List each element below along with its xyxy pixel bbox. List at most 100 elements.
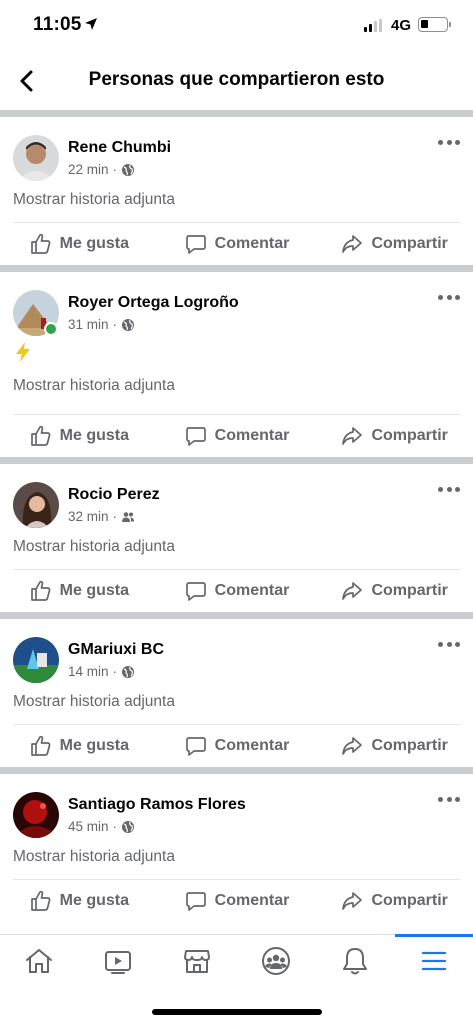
home-indicator[interactable]: [152, 1009, 322, 1015]
avatar[interactable]: [13, 482, 59, 528]
share-button[interactable]: Compartir: [315, 570, 473, 612]
status-time: 11:05: [33, 14, 82, 35]
share-button[interactable]: Compartir: [315, 223, 473, 265]
post-meta: 22 min ·: [68, 162, 135, 177]
post-meta: 31 min ·: [68, 317, 135, 332]
shared-post: Rene Chumbi 22 min · Mostrar historia adj…: [0, 117, 473, 265]
like-label: Me gusta: [59, 892, 129, 909]
share-button[interactable]: Compartir: [315, 415, 473, 457]
comment-button[interactable]: Comentar: [158, 880, 316, 922]
friends-icon: [122, 511, 135, 522]
more-options-icon[interactable]: [438, 484, 460, 494]
shared-post: Santiago Ramos Flores 45 min · Mostrar hi…: [0, 774, 473, 922]
more-options-icon[interactable]: [438, 639, 460, 649]
globe-icon: [122, 318, 135, 331]
post-author[interactable]: Rocio Perez: [68, 486, 160, 504]
menu-icon: [421, 951, 447, 971]
post-meta: 45 min ·: [68, 819, 135, 834]
tab-notifications[interactable]: [316, 935, 394, 987]
like-button[interactable]: Me gusta: [0, 223, 158, 265]
share-label: Compartir: [371, 427, 448, 444]
comment-button[interactable]: Comentar: [158, 223, 316, 265]
notifications-icon: [343, 948, 367, 975]
post-actions: Me gusta Comentar Compartir: [0, 415, 473, 457]
like-button[interactable]: Me gusta: [0, 415, 158, 457]
comment-icon: [185, 582, 206, 601]
globe-icon: [122, 163, 135, 176]
page-title: Personas que compartieron esto: [88, 69, 385, 90]
post-time: 14 min: [68, 664, 109, 679]
share-label: Compartir: [371, 582, 448, 599]
post-actions: Me gusta Comentar Compartir: [0, 725, 473, 767]
post-meta: 32 min ·: [68, 509, 135, 524]
comment-label: Comentar: [214, 737, 290, 754]
post-divider: [0, 612, 473, 619]
thumbs-up-icon: [30, 890, 51, 911]
post-author[interactable]: Royer Ortega Logroño: [68, 294, 239, 312]
comment-label: Comentar: [214, 235, 290, 252]
comment-icon: [185, 235, 206, 254]
lightning-bolt-icon: [16, 342, 30, 362]
post-divider: [0, 457, 473, 464]
more-options-icon[interactable]: [438, 794, 460, 804]
share-icon: [342, 582, 363, 600]
post-time: 32 min: [68, 509, 109, 524]
show-attached-story-link[interactable]: Mostrar historia adjunta: [13, 693, 175, 711]
like-button[interactable]: Me gusta: [0, 570, 158, 612]
post-time: 45 min: [68, 819, 109, 834]
network-type: 4G: [391, 17, 412, 34]
comment-button[interactable]: Comentar: [158, 725, 316, 767]
more-options-icon[interactable]: [438, 137, 460, 147]
thumbs-up-icon: [30, 233, 51, 254]
avatar[interactable]: [13, 135, 59, 181]
tab-home[interactable]: [0, 935, 78, 987]
more-options-icon[interactable]: [438, 292, 460, 302]
thumbs-up-icon: [30, 425, 51, 446]
tab-menu[interactable]: [395, 934, 473, 987]
signal-icon: [364, 19, 382, 32]
thumbs-up-icon: [30, 580, 51, 601]
groups-icon: [262, 947, 290, 975]
avatar[interactable]: [13, 637, 59, 683]
shared-post: GMariuxi BC 14 min · Mostrar historia adj…: [0, 619, 473, 767]
show-attached-story-link[interactable]: Mostrar historia adjunta: [13, 848, 175, 866]
share-label: Compartir: [371, 737, 448, 754]
like-button[interactable]: Me gusta: [0, 725, 158, 767]
comment-label: Comentar: [214, 582, 290, 599]
globe-icon: [122, 820, 135, 833]
comment-button[interactable]: Comentar: [158, 570, 316, 612]
post-author[interactable]: GMariuxi BC: [68, 641, 164, 659]
show-attached-story-link[interactable]: Mostrar historia adjunta: [13, 191, 175, 209]
comment-button[interactable]: Comentar: [158, 415, 316, 457]
post-author[interactable]: Santiago Ramos Flores: [68, 796, 246, 814]
online-status-indicator: [44, 322, 58, 336]
home-icon: [26, 949, 52, 973]
marketplace-icon: [184, 950, 210, 973]
watch-icon: [105, 951, 131, 974]
tab-marketplace[interactable]: [158, 935, 236, 987]
share-icon: [342, 427, 363, 445]
show-attached-story-link[interactable]: Mostrar historia adjunta: [13, 538, 175, 556]
like-label: Me gusta: [59, 582, 129, 599]
share-button[interactable]: Compartir: [315, 880, 473, 922]
comment-icon: [185, 892, 206, 911]
page-header: Personas que compartieron esto: [0, 52, 473, 110]
like-label: Me gusta: [59, 235, 129, 252]
like-label: Me gusta: [59, 427, 129, 444]
post-divider: [0, 767, 473, 774]
status-bar: 11:05 4G: [0, 0, 473, 52]
battery-icon: [418, 17, 451, 32]
avatar[interactable]: [13, 792, 59, 838]
like-label: Me gusta: [59, 737, 129, 754]
comment-label: Comentar: [214, 892, 290, 909]
share-button[interactable]: Compartir: [315, 725, 473, 767]
tab-watch[interactable]: [79, 935, 157, 987]
post-time: 22 min: [68, 162, 109, 177]
like-button[interactable]: Me gusta: [0, 880, 158, 922]
thumbs-up-icon: [30, 735, 51, 756]
tab-groups[interactable]: [237, 935, 315, 987]
post-time: 31 min: [68, 317, 109, 332]
post-actions: Me gusta Comentar Compartir: [0, 223, 473, 265]
post-author[interactable]: Rene Chumbi: [68, 139, 171, 157]
show-attached-story-link[interactable]: Mostrar historia adjunta: [13, 377, 175, 395]
